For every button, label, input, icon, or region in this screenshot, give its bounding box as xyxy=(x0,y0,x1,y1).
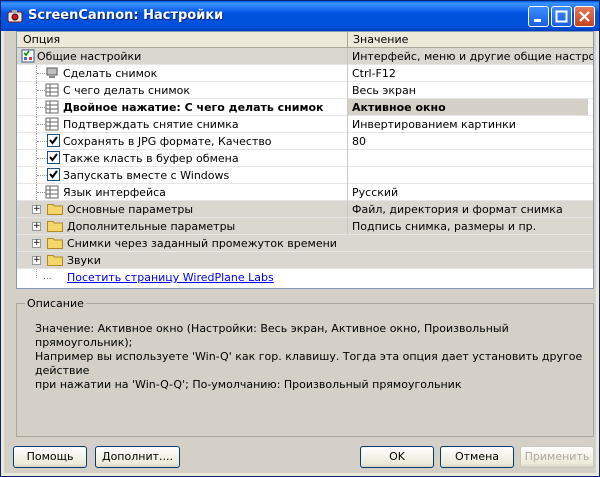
row-autostart[interactable]: Запускать вместе с Windows xyxy=(17,167,593,184)
computer-icon xyxy=(46,67,58,78)
option-value: Инвертированием картинки xyxy=(352,118,516,131)
option-label: Снимки через заданный промежуток времени xyxy=(67,237,337,250)
ok-button[interactable]: OK xyxy=(360,446,434,468)
option-grid-icon xyxy=(45,117,59,131)
option-value: 80 xyxy=(352,135,366,148)
description-text: Значение: Активное окно (Настройки: Весь… xyxy=(35,322,583,391)
minimize-button[interactable] xyxy=(528,6,549,27)
option-grid-icon xyxy=(45,100,59,114)
folder-icon xyxy=(47,204,63,215)
option-grid-icon xyxy=(45,185,59,199)
option-label: Общие настройки xyxy=(37,50,142,63)
checkmark-icon xyxy=(49,136,58,145)
autostart-checkbox[interactable] xyxy=(47,168,60,181)
expand-icon[interactable]: + xyxy=(32,222,41,231)
row-language[interactable]: Язык интерфейса Русский xyxy=(17,184,593,201)
row-general-settings[interactable]: Общие настройки Интерфейс, меню и другие… xyxy=(17,48,593,65)
option-label: Дополнительные параметры xyxy=(67,220,236,233)
row-visit-site[interactable]: ... Посетить страницу WiredPlane Labs xyxy=(17,269,593,286)
folder-icon xyxy=(47,238,63,249)
checklist-icon xyxy=(21,49,35,63)
option-label: Запускать вместе с Windows xyxy=(63,169,230,182)
header-option[interactable]: Опция xyxy=(23,33,60,46)
settings-window: ScreenCannon: Настройки Опция Значение О… xyxy=(0,0,600,477)
close-button[interactable] xyxy=(574,6,595,27)
row-confirm-shot[interactable]: Подтверждать снятие снимка Инвертировани… xyxy=(17,116,593,133)
grid-header: Опция Значение xyxy=(17,32,593,48)
option-value: Файл, директория и формат снимка xyxy=(352,203,563,216)
option-label: Также класть в буфер обмена xyxy=(63,152,239,165)
close-icon xyxy=(579,11,590,22)
row-take-shot-hotkey[interactable]: Сделать снимок Ctrl-F12 xyxy=(17,65,593,82)
row-main-params[interactable]: + Основные параметры Файл, директория и … xyxy=(17,201,593,218)
expand-icon[interactable]: + xyxy=(32,256,41,265)
option-label: Основные параметры xyxy=(67,203,194,216)
save-jpg-checkbox[interactable] xyxy=(47,134,60,147)
wiredplane-link[interactable]: Посетить страницу WiredPlane Labs xyxy=(67,271,274,284)
row-capture-source[interactable]: С чего делать снимок Весь экран xyxy=(17,82,593,99)
option-value[interactable]: Активное окно xyxy=(348,99,588,115)
header-value[interactable]: Значение xyxy=(353,33,408,46)
checkmark-icon xyxy=(49,170,58,179)
cancel-button[interactable]: Отмена xyxy=(440,446,514,468)
clipboard-checkbox[interactable] xyxy=(47,151,60,164)
maximize-button[interactable] xyxy=(551,6,572,27)
option-label: Подтверждать снятие снимка xyxy=(63,118,239,131)
folder-icon xyxy=(47,221,63,232)
window-title: ScreenCannon: Настройки xyxy=(28,8,224,23)
option-value: Подпись снимка, размеры и пр. xyxy=(352,220,537,233)
row-extra-params[interactable]: + Дополнительные параметры Подпись снимк… xyxy=(17,218,593,235)
option-grid-icon xyxy=(45,83,59,97)
option-label: Звуки xyxy=(67,254,101,267)
folder-icon xyxy=(47,255,63,266)
row-save-jpg[interactable]: Сохранять в JPG формате, Качество 80 xyxy=(17,133,593,150)
option-label: Язык интерфейса xyxy=(63,186,166,199)
row-interval-shots[interactable]: + Снимки через заданный промежуток време… xyxy=(17,235,593,252)
options-grid[interactable]: Опция Значение Общие настройки Интерфейс… xyxy=(16,31,594,289)
option-label: Двойное нажатие: С чего делать снимок xyxy=(63,101,324,114)
more-button[interactable]: Дополнит.... xyxy=(95,446,180,468)
ellipsis-icon: ... xyxy=(43,272,52,282)
expand-icon[interactable]: + xyxy=(32,205,41,214)
description-group: Описание Значение: Активное окно (Настро… xyxy=(16,297,594,437)
option-value: Русский xyxy=(352,186,399,199)
title-bar[interactable]: ScreenCannon: Настройки xyxy=(1,1,599,31)
help-button[interactable]: Помощь xyxy=(13,446,87,468)
option-label: С чего делать снимок xyxy=(63,84,191,97)
client-area: Опция Значение Общие настройки Интерфейс… xyxy=(4,31,596,473)
row-sounds[interactable]: + Звуки xyxy=(17,252,593,269)
expand-icon[interactable]: + xyxy=(32,239,41,248)
maximize-icon xyxy=(555,10,568,23)
minimize-icon xyxy=(534,19,541,22)
apply-button[interactable]: Применить xyxy=(520,446,594,468)
description-title: Описание xyxy=(25,297,86,310)
option-value: Ctrl-F12 xyxy=(352,67,396,80)
camera-icon xyxy=(7,10,23,23)
option-label: Сделать снимок xyxy=(63,67,158,80)
checkmark-icon xyxy=(49,153,58,162)
row-double-press-source[interactable]: Двойное нажатие: С чего делать снимок Ак… xyxy=(17,99,593,116)
option-label: Сохранять в JPG формате, Качество xyxy=(63,135,272,148)
option-value: Интерфейс, меню и другие общие настройки xyxy=(352,50,594,63)
option-value: Весь экран xyxy=(352,84,416,97)
row-copy-clipboard[interactable]: Также класть в буфер обмена xyxy=(17,150,593,167)
